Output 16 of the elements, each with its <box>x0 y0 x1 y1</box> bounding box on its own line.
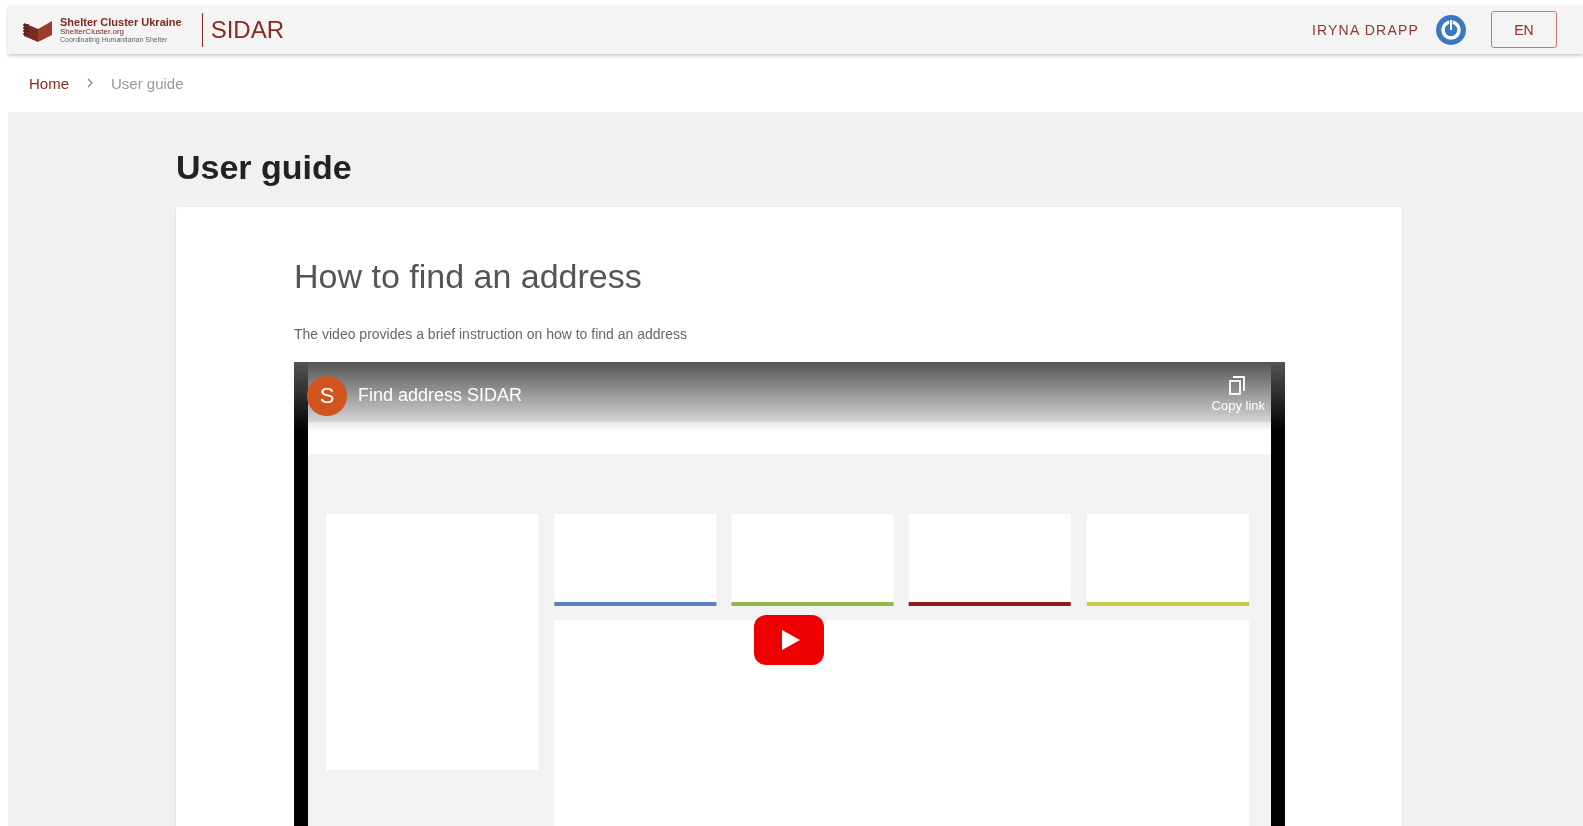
video-title[interactable]: Find address SIDAR <box>358 385 523 406</box>
logo-site: ShelterCluster.org <box>60 27 125 36</box>
user-name: IRYNA DRAPP <box>1311 21 1419 38</box>
app-name: SIDAR <box>210 15 284 44</box>
section-description: The video provides a brief instruction on how to find an address <box>294 326 688 342</box>
page-title: User guide <box>176 148 353 187</box>
section-title: How to find an address <box>294 257 643 296</box>
breadcrumb-link[interactable]: Home <box>29 74 69 92</box>
copy-link-button[interactable]: Copy link <box>1211 376 1265 413</box>
language-button[interactable]: EN <box>1491 11 1557 48</box>
breadcrumb-current: User guide <box>111 74 184 92</box>
logo-name: Shelter Cluster Ukraine <box>60 16 182 28</box>
power-icon[interactable] <box>1435 13 1467 46</box>
play-button-icon[interactable] <box>754 615 824 665</box>
chevron-icon <box>87 78 93 88</box>
copy-icon <box>1229 376 1248 396</box>
